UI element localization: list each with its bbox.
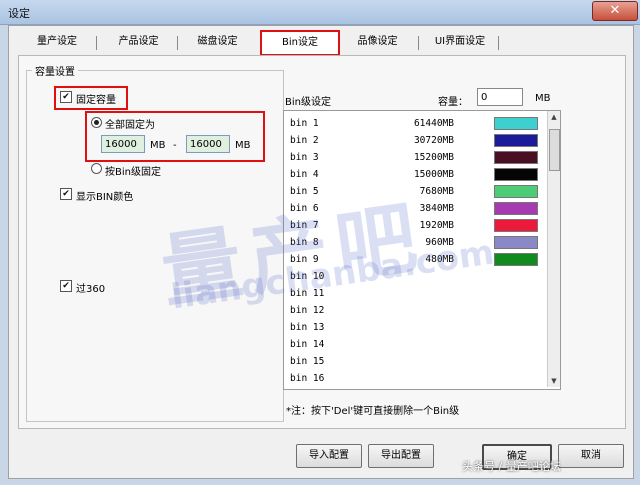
bin-row[interactable]: bin 17 (284, 387, 544, 389)
max-unit-label: MB (235, 140, 251, 151)
close-button[interactable]: ✕ (592, 1, 638, 21)
bin-row[interactable]: bin 14 (284, 336, 544, 353)
bin-name: bin 3 (290, 152, 319, 163)
bin-color-swatch[interactable] (494, 168, 538, 181)
bin-name: bin 14 (290, 339, 325, 350)
bin-list-scrollbar[interactable]: ▲ ▼ (547, 111, 560, 387)
bin-capacity: 15200MB (413, 152, 454, 163)
scroll-up-icon[interactable]: ▲ (548, 111, 560, 123)
scroll-thumb[interactable] (549, 129, 560, 171)
min-capacity-field[interactable]: 16000 (101, 135, 145, 153)
bin-row[interactable]: bin 12 (284, 302, 544, 319)
bin-row[interactable]: bin 16 (284, 370, 544, 387)
bin-name: bin 15 (290, 356, 325, 367)
tab-separator (177, 36, 178, 50)
all-fixed-label: 全部固定为 (105, 120, 155, 131)
by-bin-label: 按Bin级固定 (105, 167, 161, 178)
bin-row[interactable]: bin 13 (284, 319, 544, 336)
capacity-label: 容量： (438, 97, 468, 108)
credit-watermark: 头条号 / 量产吧论坛 (462, 460, 561, 473)
show-bin-color-label: 显示BIN颜色 (76, 192, 134, 203)
bin-row[interactable]: bin 15 (284, 353, 544, 370)
bin-color-swatch[interactable] (494, 236, 538, 249)
range-separator: - (173, 140, 177, 151)
bin-row[interactable]: bin 2 30720MB (284, 132, 544, 149)
tab-separator (96, 36, 97, 50)
bin-name: bin 13 (290, 322, 325, 333)
bin-capacity-unit: MB (535, 93, 551, 104)
tab-separator (498, 36, 499, 50)
bin-name: bin 1 (290, 118, 319, 129)
show-bin-color-checkbox[interactable]: ✔ (60, 188, 72, 200)
by-bin-radio[interactable] (91, 163, 102, 174)
bin-color-swatch[interactable] (494, 202, 538, 215)
bin-note: *注：按下'Del'键可直接删除一个Bin级 (286, 406, 460, 417)
title-bar: 设定 ✕ (0, 0, 640, 25)
bin-name: bin 4 (290, 169, 319, 180)
bin-color-swatch[interactable] (494, 185, 538, 198)
bin-color-swatch[interactable] (494, 117, 538, 130)
bin-name: bin 12 (290, 305, 325, 316)
fixed-capacity-checkbox[interactable]: ✔ (60, 91, 72, 103)
max-capacity-field[interactable]: 16000 (186, 135, 230, 153)
all-fixed-radio[interactable] (91, 117, 102, 128)
tab-ui[interactable]: UI界面设定 (428, 33, 492, 51)
min-unit-label: MB (150, 140, 166, 151)
bin-row[interactable]: bin 3 15200MB (284, 149, 544, 166)
fixed-capacity-label: 固定容量 (76, 95, 116, 106)
import-config-button[interactable]: 导入配置 (296, 444, 362, 468)
bin-color-swatch[interactable] (494, 253, 538, 266)
tab-product[interactable]: 产品设定 (111, 33, 166, 51)
cancel-button[interactable]: 取消 (558, 444, 624, 468)
scroll-down-icon[interactable]: ▼ (548, 375, 560, 387)
tab-disk[interactable]: 磁盘设定 (190, 33, 245, 51)
over360-label: 过360 (76, 284, 106, 295)
capacity-group-title: 容量设置 (32, 63, 78, 78)
window-title: 设定 (8, 7, 30, 20)
bin-settings-title: Bin级设定 (285, 97, 331, 108)
bin-name: bin 16 (290, 373, 325, 384)
export-config-button[interactable]: 导出配置 (368, 444, 434, 468)
bin-capacity: 30720MB (413, 135, 454, 146)
bin-name: bin 2 (290, 135, 319, 146)
tab-separator (418, 36, 419, 50)
tab-mass-production[interactable]: 量产设定 (32, 33, 82, 51)
bin-color-swatch[interactable] (494, 134, 538, 147)
bin-row[interactable]: bin 1 61440MB (284, 115, 544, 132)
tab-quality[interactable]: 品像设定 (350, 33, 405, 51)
bin-capacity: 61440MB (413, 118, 454, 129)
bin-color-swatch[interactable] (494, 151, 538, 164)
tab-bin[interactable]: Bin设定 (260, 30, 340, 56)
bin-color-swatch[interactable] (494, 219, 538, 232)
over360-checkbox[interactable]: ✔ (60, 280, 72, 292)
bin-capacity-field[interactable]: 0 (477, 88, 523, 106)
